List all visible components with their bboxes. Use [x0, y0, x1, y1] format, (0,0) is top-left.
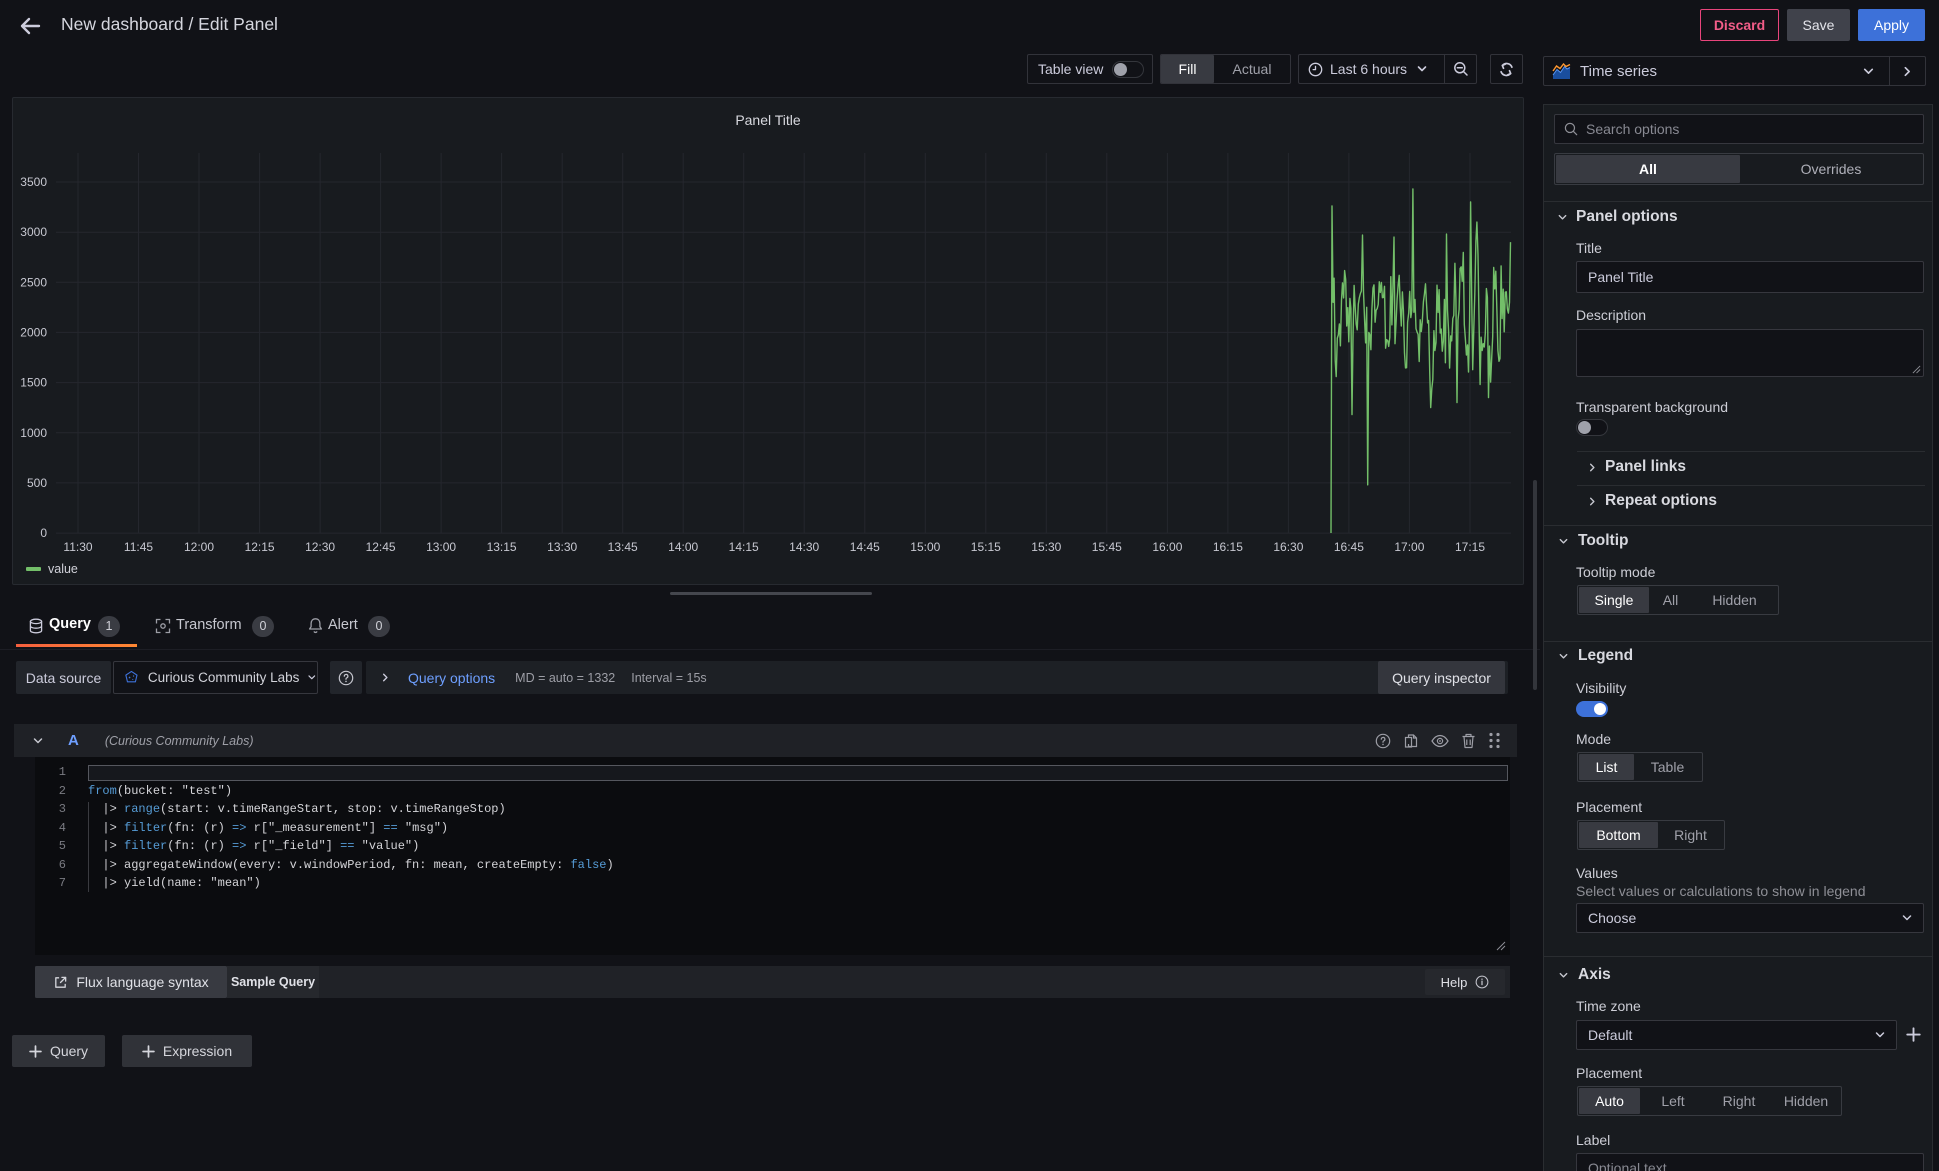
svg-text:14:15: 14:15 [729, 540, 759, 554]
svg-text:2000: 2000 [20, 325, 47, 339]
svg-text:3000: 3000 [20, 225, 47, 239]
svg-text:3500: 3500 [20, 175, 47, 189]
svg-text:16:30: 16:30 [1273, 540, 1303, 554]
svg-text:13:45: 13:45 [608, 540, 638, 554]
svg-text:13:15: 13:15 [487, 540, 517, 554]
svg-text:15:00: 15:00 [910, 540, 940, 554]
svg-text:14:45: 14:45 [850, 540, 880, 554]
svg-text:1000: 1000 [20, 426, 47, 440]
svg-text:15:15: 15:15 [971, 540, 1001, 554]
svg-text:17:15: 17:15 [1455, 540, 1485, 554]
svg-text:12:15: 12:15 [245, 540, 275, 554]
svg-text:11:45: 11:45 [124, 540, 153, 554]
svg-text:11:30: 11:30 [63, 540, 92, 554]
svg-text:0: 0 [40, 526, 47, 540]
svg-text:12:00: 12:00 [184, 540, 214, 554]
svg-text:16:00: 16:00 [1152, 540, 1182, 554]
svg-text:16:45: 16:45 [1334, 540, 1364, 554]
svg-text:15:45: 15:45 [1092, 540, 1122, 554]
svg-text:13:30: 13:30 [547, 540, 577, 554]
svg-text:12:30: 12:30 [305, 540, 335, 554]
svg-text:12:45: 12:45 [366, 540, 396, 554]
svg-text:16:15: 16:15 [1213, 540, 1243, 554]
svg-text:13:00: 13:00 [426, 540, 456, 554]
svg-text:14:30: 14:30 [789, 540, 819, 554]
svg-text:2500: 2500 [20, 275, 47, 289]
svg-text:1500: 1500 [20, 376, 47, 390]
svg-text:500: 500 [27, 476, 47, 490]
svg-text:14:00: 14:00 [668, 540, 698, 554]
svg-text:15:30: 15:30 [1031, 540, 1061, 554]
svg-text:17:00: 17:00 [1394, 540, 1424, 554]
